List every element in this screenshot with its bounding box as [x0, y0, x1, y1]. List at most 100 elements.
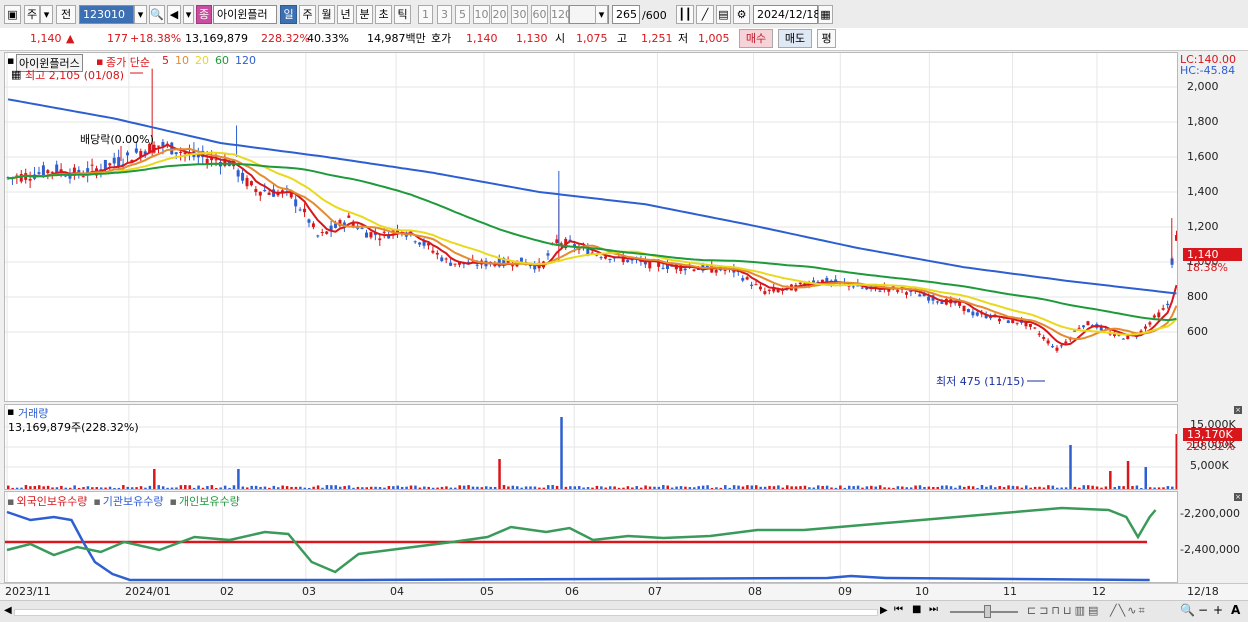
volume-bar	[369, 486, 373, 489]
scroll-right-icon[interactable]: ▶	[880, 605, 888, 616]
candle-body	[975, 312, 979, 316]
volume-bar	[648, 486, 652, 489]
candle-body	[50, 171, 54, 173]
volume-bar	[387, 486, 391, 489]
volume-bar	[1135, 485, 1139, 489]
table-icon[interactable]: ▦	[11, 68, 21, 81]
search-icon[interactable]: 🔍	[149, 5, 165, 24]
minus-icon[interactable]: −	[1198, 603, 1208, 617]
period-unit-button[interactable]: 주	[24, 5, 40, 24]
tab-period-1[interactable]: 주	[299, 5, 316, 24]
tab-period-5[interactable]: 초	[375, 5, 392, 24]
volume-bar	[1055, 487, 1059, 489]
volume-bar	[99, 487, 103, 489]
candle-body	[1006, 320, 1010, 323]
tab-interval-20[interactable]: 20	[491, 5, 508, 24]
candle-body	[750, 284, 754, 286]
sell-button[interactable]: 매도	[778, 29, 812, 48]
candle-body	[1086, 321, 1090, 326]
volume-bar	[529, 486, 532, 489]
volume-bar	[400, 486, 404, 489]
date-input[interactable]: 2024/12/18	[753, 5, 820, 24]
volume-bar	[657, 486, 661, 489]
bid-price-1: 1,140	[466, 32, 498, 45]
candle-body	[555, 239, 559, 244]
stock-code-input[interactable]: 123010	[79, 5, 134, 24]
volume-bar	[719, 487, 723, 489]
tab-interval-60[interactable]: 60	[531, 5, 548, 24]
holding-y-tick: -2,200,000	[1180, 507, 1240, 520]
tab-interval-10[interactable]: 10	[473, 5, 490, 24]
scroll-left-icon[interactable]: ◀	[4, 605, 12, 616]
tab-interval-1[interactable]: 1	[418, 5, 433, 24]
prev-button[interactable]: 전	[56, 5, 76, 24]
zoom-icon[interactable]: 🔍	[1180, 603, 1195, 617]
price-chart-panel[interactable]: ▪ 아이윈플러스 ▪ 종가 단순 5 10 20 60 120 ▦ 최고 2,105 (…	[4, 52, 1178, 402]
horizontal-scrollbar[interactable]	[14, 609, 878, 616]
font-size-icon[interactable]: A	[1231, 603, 1240, 617]
candle-body	[294, 199, 298, 207]
zoom-slider-handle[interactable]	[984, 605, 991, 618]
stock-name-field[interactable]: 아이윈플러	[213, 5, 277, 24]
tab-interval-120[interactable]: 120	[550, 5, 572, 24]
speaker-icon[interactable]: ◀	[167, 5, 181, 24]
volume-bar	[542, 487, 546, 489]
volume-bar	[918, 485, 922, 489]
x-axis-tick: 06	[565, 585, 579, 598]
ma-line-10	[8, 147, 1177, 341]
current-pct-marker: 18.38%	[1186, 261, 1228, 274]
speaker-dropdown-icon[interactable]: ▾	[183, 5, 194, 24]
buy-button[interactable]: 매수	[739, 29, 773, 48]
holding-panel[interactable]: ▪ 외국인보유수량 ▪ 기관보유수량 ▪ 개인보유수량	[4, 491, 1178, 583]
ma-legend: 5 10 20 60 120	[162, 54, 262, 67]
code-dropdown-icon[interactable]: ▾	[134, 5, 147, 24]
volume-bar	[431, 487, 435, 489]
volume-bar	[958, 485, 962, 489]
candle-body	[347, 215, 351, 218]
volume-bar	[347, 485, 351, 489]
volume-bar	[785, 485, 789, 489]
fast-forward-icon[interactable]: ⏭	[929, 604, 938, 615]
candle-body	[723, 269, 727, 271]
volume-bar	[932, 486, 935, 489]
chevron-down-icon[interactable]: ▾	[40, 5, 53, 24]
tab-period-3[interactable]: 년	[337, 5, 354, 24]
draw-icons[interactable]: ╱╲∿⌗	[1110, 604, 1147, 618]
volume-bar	[1011, 485, 1015, 489]
close-icon[interactable]: ×	[1234, 493, 1242, 501]
volume-bar	[471, 486, 475, 489]
candle-body	[1166, 303, 1170, 306]
plus-icon[interactable]: +	[1213, 603, 1223, 617]
volume-bar	[843, 487, 847, 489]
draw-tool-icon[interactable]: ╱	[696, 5, 714, 24]
rewind-icon[interactable]: ⏮	[894, 604, 903, 615]
stop-icon[interactable]: ■	[912, 604, 921, 615]
x-axis-tick: 05	[480, 585, 494, 598]
volume-bar	[586, 487, 590, 489]
tab-interval-30[interactable]: 30	[511, 5, 528, 24]
avg-button[interactable]: 평	[817, 29, 836, 48]
volume-panel[interactable]: ▪ 거래량 13,169,879주(228.32%)	[4, 404, 1178, 490]
interval-dropdown-icon[interactable]: ▾	[595, 5, 608, 24]
price-y-tick: 800	[1187, 290, 1208, 303]
save-icon[interactable]: ▤	[716, 5, 731, 24]
volume-bar	[555, 485, 559, 489]
tab-period-2[interactable]: 월	[318, 5, 335, 24]
chart-bullet-icon: ▪	[7, 495, 15, 508]
close-icon[interactable]: ×	[1234, 406, 1242, 414]
volume-bar	[608, 486, 612, 489]
tab-period-4[interactable]: 분	[356, 5, 373, 24]
window-icon[interactable]: ▣	[4, 5, 21, 24]
tab-period-0[interactable]: 일	[280, 5, 297, 24]
tab-period-6[interactable]: 틱	[394, 5, 411, 24]
volume-bar	[365, 487, 369, 489]
volume-bar	[192, 487, 196, 489]
tab-interval-3[interactable]: 3	[437, 5, 452, 24]
count-input[interactable]: 265	[612, 5, 640, 24]
gear-icon[interactable]: ⚙	[733, 5, 750, 24]
calendar-icon[interactable]: ▦	[818, 5, 833, 24]
tab-interval-5[interactable]: 5	[455, 5, 470, 24]
candle-body	[475, 264, 479, 266]
candle-type-icon[interactable]: ┃┃	[676, 5, 694, 24]
tool-icons[interactable]: ⊏⊐⊓⊔▥▤	[1027, 604, 1101, 617]
